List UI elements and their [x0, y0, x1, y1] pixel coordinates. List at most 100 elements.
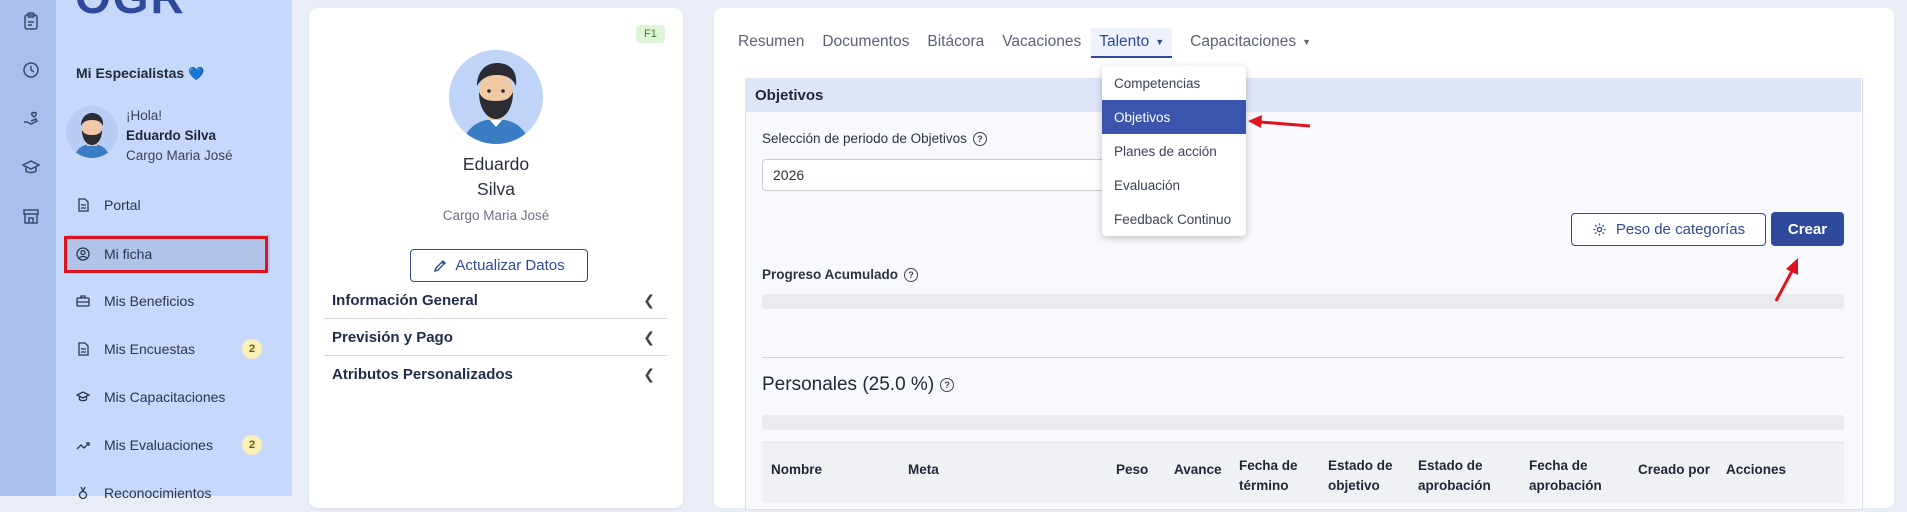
talento-dropdown-menu: Competencias Objetivos Planes de acción …: [1102, 66, 1246, 236]
sidebar-item-mis-capacitaciones[interactable]: Mis Capacitaciones: [66, 378, 270, 416]
menu-item-objetivos[interactable]: Objetivos: [1102, 100, 1246, 134]
column-header-text: Fecha de: [1239, 458, 1298, 473]
period-label: Selección de periodo de Objetivos ?: [762, 131, 987, 146]
chevron-left-icon: ❮: [643, 328, 655, 345]
accordion-atributos-personalizados[interactable]: Atributos Personalizados ❮: [324, 356, 667, 392]
tab-capacitaciones[interactable]: Capacitaciones ▼: [1190, 28, 1311, 56]
tab-label: Capacitaciones: [1190, 33, 1297, 50]
accordion-prevision-y-pago[interactable]: Previsión y Pago ❮: [324, 319, 667, 355]
pencil-icon: [434, 259, 447, 272]
graduation-cap-icon[interactable]: [21, 158, 41, 176]
tab-label: Talento: [1099, 33, 1150, 50]
caret-down-icon: ▼: [1302, 37, 1312, 47]
column-header: Fecha de aprobación: [1529, 456, 1602, 496]
chevron-left-icon: ❮: [643, 291, 655, 308]
divider: [762, 357, 1844, 358]
specialists-title: Mi Especialistas 💙: [76, 65, 204, 82]
sidebar-item-mis-beneficios[interactable]: Mis Beneficios: [66, 282, 270, 320]
user-greeting: ¡Hola! Eduardo Silva Cargo Maria José: [126, 106, 233, 166]
column-header: Avance: [1174, 460, 1222, 480]
menu-item-evaluacion[interactable]: Evaluación: [1102, 168, 1246, 202]
column-header: Peso: [1116, 460, 1148, 480]
objectives-header: Objetivos: [745, 78, 1861, 112]
column-header-text: Fecha de: [1529, 458, 1588, 473]
sidebar-item-label: Mis Encuestas: [104, 341, 196, 357]
document-icon: [76, 198, 90, 212]
column-header-text: Acciones: [1726, 462, 1787, 477]
tab-resumen[interactable]: Resumen: [738, 28, 804, 56]
help-icon[interactable]: ?: [940, 378, 955, 392]
trend-icon: [76, 438, 90, 452]
sidebar-item-mis-evaluaciones[interactable]: Mis Evaluaciones 2: [66, 426, 270, 464]
shortcut-badge: F1: [636, 25, 665, 43]
column-header-text: Estado de: [1328, 458, 1393, 473]
column-header-text: objetivo: [1328, 478, 1380, 493]
column-header-text: Nombre: [771, 462, 823, 477]
progress-bar: [762, 294, 1844, 309]
sidebar-item-label: Reconocimientos: [104, 485, 212, 501]
progress-label: Progreso Acumulado ?: [762, 267, 919, 282]
count-badge: 2: [242, 339, 262, 359]
profile-name: Eduardo Silva: [409, 152, 583, 202]
column-header: Meta: [908, 460, 939, 480]
period-select[interactable]: 2026: [762, 159, 1112, 191]
menu-item-planes-de-accion[interactable]: Planes de acción: [1102, 134, 1246, 168]
document-icon: [76, 342, 90, 356]
update-data-label: Actualizar Datos: [455, 257, 565, 274]
column-header-text: aprobación: [1418, 478, 1491, 493]
menu-item-feedback-continuo[interactable]: Feedback Continuo: [1102, 202, 1246, 236]
tab-vacaciones[interactable]: Vacaciones: [1002, 28, 1081, 56]
tab-talento[interactable]: Talento ▼: [1091, 28, 1173, 58]
highlight-annotation-box: [64, 236, 268, 273]
chevron-left-icon: ❮: [643, 365, 655, 382]
clipboard-icon[interactable]: [22, 12, 40, 30]
column-header-text: Avance: [1174, 462, 1222, 477]
sidebar-item-label: Mis Capacitaciones: [104, 389, 226, 405]
accordion-label: Atributos Personalizados: [332, 365, 513, 383]
accordion-label: Información General: [332, 291, 478, 309]
annotation-arrow: [1774, 258, 1798, 302]
sidebar-item-reconocimientos[interactable]: Reconocimientos: [66, 474, 270, 512]
profile-avatar: [449, 50, 543, 144]
progress-label-text: Progreso Acumulado: [762, 267, 899, 282]
icon-rail: [0, 0, 56, 496]
help-icon[interactable]: ?: [972, 131, 987, 146]
sidebar-item-label: Mis Beneficios: [104, 293, 195, 309]
profile-role: Cargo Maria José: [442, 208, 550, 223]
tab-documentos[interactable]: Documentos: [822, 28, 909, 56]
accordion-informacion-general[interactable]: Información General ❮: [324, 282, 667, 318]
column-header-text: Creado por: [1638, 462, 1711, 477]
hand-heart-icon[interactable]: [22, 110, 40, 128]
specialists-title-text: Mi Especialistas: [76, 65, 185, 81]
store-icon[interactable]: [22, 207, 40, 225]
column-header: Nombre: [771, 460, 822, 480]
column-header: Creado por: [1638, 460, 1710, 480]
column-header-text: término: [1239, 478, 1289, 493]
clock-icon[interactable]: [22, 61, 40, 79]
update-data-button[interactable]: Actualizar Datos: [410, 249, 588, 282]
column-header-text: Peso: [1116, 462, 1149, 477]
profile-tabs: Resumen Documentos Bitácora Vacaciones T…: [738, 28, 1329, 58]
menu-item-competencias[interactable]: Competencias: [1102, 66, 1246, 100]
sidebar-item-mis-encuestas[interactable]: Mis Encuestas 2: [66, 330, 270, 368]
personal-section-title: Personales (25.0 %) ?: [762, 374, 955, 396]
column-header: Fecha de término: [1239, 456, 1298, 496]
user-name: Eduardo Silva: [126, 128, 217, 143]
section-title-text: Personales (25.0 %): [762, 374, 935, 395]
column-header-text: Estado de: [1418, 458, 1483, 473]
column-header: Estado de aprobación: [1418, 456, 1491, 496]
app-logo[interactable]: OGR: [75, 0, 186, 24]
category-weight-button[interactable]: Peso de categorías: [1571, 213, 1766, 246]
help-icon[interactable]: ?: [904, 267, 919, 282]
create-button[interactable]: Crear: [1771, 212, 1844, 246]
tab-bitacora[interactable]: Bitácora: [927, 28, 984, 56]
user-role: Cargo Maria José: [126, 148, 233, 163]
caret-down-icon: ▼: [1155, 37, 1165, 47]
avatar: [66, 106, 118, 158]
count-badge: 2: [242, 435, 262, 455]
sidebar-item-label: Portal: [104, 197, 141, 213]
sidebar-item-portal[interactable]: Portal: [66, 186, 270, 224]
sidebar-item-label: Mis Evaluaciones: [104, 437, 213, 453]
column-header: Acciones: [1726, 460, 1786, 480]
annotation-arrow: [1248, 115, 1311, 128]
